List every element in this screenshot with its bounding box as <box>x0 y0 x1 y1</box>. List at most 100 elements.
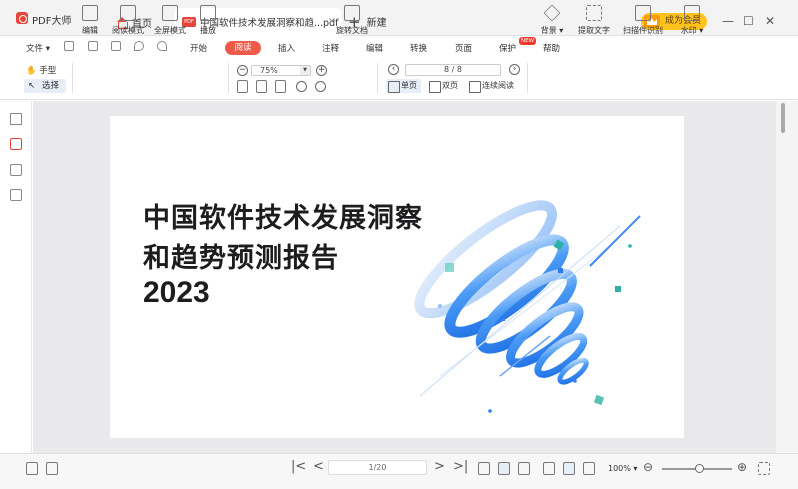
play-label: 播放 <box>200 26 216 35</box>
maximize-button[interactable]: ☐ <box>743 14 754 28</box>
continuous-read-label: 连续阅读 <box>482 81 514 90</box>
fit-view-icon[interactable] <box>498 462 510 475</box>
undo-icon[interactable] <box>134 41 144 51</box>
single-view-icon[interactable] <box>478 462 490 475</box>
extract-text-label: 提取文字 <box>578 26 610 35</box>
print-icon[interactable] <box>111 41 121 51</box>
minimize-button[interactable]: — <box>722 14 734 28</box>
redo-icon[interactable] <box>157 41 167 51</box>
last-page-button[interactable]: >| <box>453 459 468 474</box>
select-tool-label: 选择 <box>42 81 60 91</box>
save-icon[interactable] <box>88 41 98 51</box>
zoom-select[interactable]: 75% ▼ <box>251 65 311 76</box>
menu-help[interactable]: 帮助 <box>543 42 560 54</box>
bookmark-icon[interactable] <box>10 113 22 125</box>
scan-icon <box>635 5 651 21</box>
watermark-icon <box>684 5 700 21</box>
next-page-button[interactable]: > <box>434 459 445 474</box>
menu-start[interactable]: 开始 <box>190 42 207 54</box>
rotate-right-icon[interactable] <box>315 81 326 92</box>
document-year: 2023 <box>143 276 210 309</box>
fullscreen-icon[interactable] <box>758 462 770 475</box>
double-view-icon[interactable] <box>518 462 530 475</box>
prev-page-icon[interactable]: ‹ <box>388 64 399 75</box>
zoom-in-button[interactable]: ⊕ <box>737 460 747 474</box>
fit-page-icon[interactable] <box>237 80 248 93</box>
zoom-out-icon[interactable]: − <box>237 65 248 76</box>
page-layout-icon[interactable] <box>46 462 58 475</box>
read-mode-label: 阅读模式 <box>112 26 144 35</box>
vertical-scrollbar[interactable] <box>776 101 798 453</box>
page-indicator[interactable]: 8 / 8 <box>405 64 501 76</box>
fit-width-icon[interactable] <box>256 80 267 93</box>
read-mode-tool[interactable]: 阅读模式 <box>111 5 145 36</box>
watermark-label: 水印 ▾ <box>680 26 704 35</box>
edit-tool[interactable]: 编辑 <box>80 5 100 36</box>
scan-ocr-tool[interactable]: 扫描件识别 <box>622 5 664 36</box>
fullscreen-icon <box>162 5 178 21</box>
menu-insert[interactable]: 插入 <box>278 42 295 54</box>
background-tool[interactable]: 背景 ▾ <box>538 4 566 36</box>
menu-edit[interactable]: 编辑 <box>366 42 383 54</box>
hand-tool-label: 手型 <box>39 66 57 76</box>
divider <box>72 63 73 93</box>
double-page-label: 双页 <box>442 81 458 90</box>
play-tool[interactable]: 播放 <box>198 5 218 36</box>
left-sidebar <box>0 101 32 453</box>
zoom-out-button[interactable]: ⊖ <box>643 460 653 474</box>
actual-size-icon[interactable] <box>275 80 286 93</box>
sidebar-toggle-icon[interactable] <box>26 462 38 475</box>
divider <box>527 63 528 93</box>
divider <box>377 63 378 93</box>
background-label: 背景 ▾ <box>540 26 564 35</box>
pdf-page[interactable]: 中国软件技术发展洞察 和趋势预测报告 2023 <box>110 116 684 438</box>
scroll-view-icon[interactable] <box>543 462 555 475</box>
rotate-doc-tool[interactable]: 旋转文档 <box>334 5 370 36</box>
rotate-left-icon[interactable] <box>296 81 307 92</box>
edit-tool-label: 编辑 <box>82 26 98 35</box>
close-window-button[interactable]: ✕ <box>765 14 775 28</box>
scan-ocr-label: 扫描件识别 <box>623 26 663 35</box>
menu-page[interactable]: 页面 <box>455 42 472 54</box>
select-tool[interactable]: ↖ 选择 <box>24 79 66 93</box>
rotate-doc-label: 旋转文档 <box>336 26 368 35</box>
zoom-value: 75% <box>260 66 278 75</box>
spiral-ribbon-illustration <box>414 200 641 413</box>
menu-convert[interactable]: 转换 <box>410 42 427 54</box>
double-page-button[interactable]: 双页 <box>427 79 458 93</box>
chevron-down-icon: ▼ <box>300 66 310 75</box>
zoom-slider-handle[interactable] <box>695 464 704 473</box>
menu-file[interactable]: 文件 ▾ <box>26 42 50 54</box>
open-folder-icon[interactable] <box>64 41 74 51</box>
page-number-input[interactable]: 1/20 <box>328 460 427 475</box>
new-badge: NEW <box>519 37 537 45</box>
first-page-button[interactable]: |< <box>291 459 306 474</box>
hand-tool[interactable]: ✋ 手型 <box>26 64 56 76</box>
book-view-icon[interactable] <box>583 462 595 475</box>
page-view-icon[interactable] <box>563 462 575 475</box>
single-page-button[interactable]: 单页 <box>386 79 421 93</box>
zoom-in-icon[interactable]: + <box>316 65 327 76</box>
rotate-doc-icon <box>344 5 360 21</box>
prev-page-button[interactable]: < <box>313 459 324 474</box>
comments-icon[interactable] <box>10 164 22 176</box>
book-icon <box>120 5 136 21</box>
scroll-thumb[interactable] <box>781 103 785 133</box>
play-icon <box>200 5 216 21</box>
menu-annotate[interactable]: 注释 <box>322 42 339 54</box>
extract-text-icon <box>586 5 602 21</box>
tab-document-label: 中国软件技术发展洞察和趋...pdf <box>200 18 339 29</box>
menu-protect[interactable]: 保护 <box>499 42 516 54</box>
next-page-icon[interactable]: › <box>509 64 520 75</box>
menu-read[interactable]: 阅读 <box>225 41 261 55</box>
thumbnails-icon[interactable] <box>10 138 22 150</box>
extract-text-tool[interactable]: 提取文字 <box>577 5 611 36</box>
continuous-read-button[interactable]: 连续阅读 <box>467 79 514 93</box>
watermark-tool[interactable]: 水印 ▾ <box>677 5 707 36</box>
hand-icon: ✋ <box>26 66 37 76</box>
fullscreen-tool[interactable]: 全屏模式 <box>153 5 187 36</box>
search-icon[interactable] <box>10 189 22 201</box>
zoom-percentage[interactable]: 100% ▾ <box>608 464 637 473</box>
cursor-icon: ↖ <box>28 81 36 91</box>
fill-bucket-icon <box>543 4 561 22</box>
